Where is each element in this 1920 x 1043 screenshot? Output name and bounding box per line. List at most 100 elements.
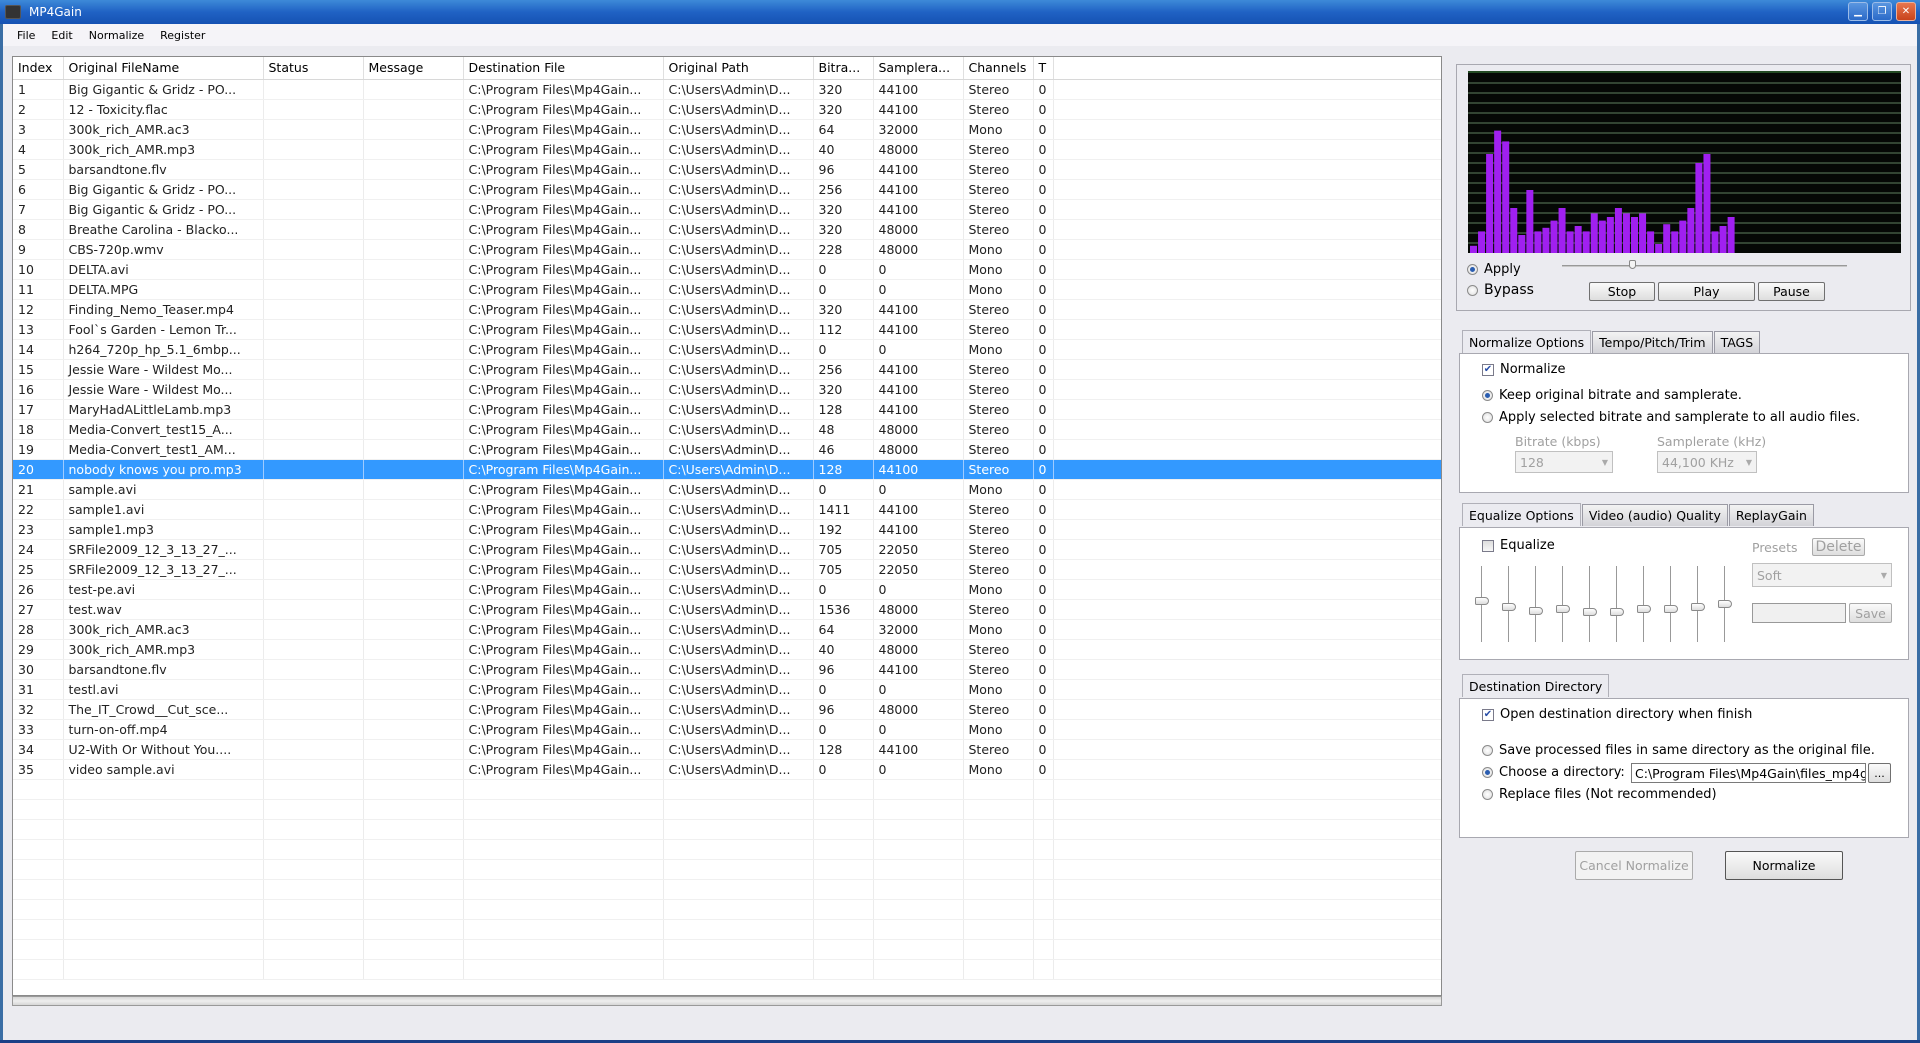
bypass-radio[interactable] <box>1467 284 1478 296</box>
table-row[interactable]: 22 sample1.avi C:\Program Files\Mp4Gain...… <box>13 499 1441 520</box>
eq-band-knob[interactable] <box>1664 605 1678 614</box>
delete-preset-button[interactable]: Delete <box>1812 538 1865 556</box>
table-row[interactable]: 24 SRFile2009_12_3_13_27_... C:\Program Fi… <box>13 539 1441 560</box>
eq-band-knob[interactable] <box>1610 608 1624 617</box>
column-header-original-filename[interactable]: Original FileName <box>63 57 264 80</box>
eq-band-knob[interactable] <box>1502 603 1516 612</box>
preset-name-input[interactable] <box>1752 603 1846 623</box>
tab-replaygain[interactable]: ReplayGain <box>1728 504 1814 526</box>
table-row[interactable]: 6 Big Gigantic & Gridz - PO... C:\Program … <box>13 179 1441 200</box>
same-directory-option[interactable]: Save processed files in same directory a… <box>1482 743 1875 758</box>
table-row[interactable]: 14 h264_720p_hp_5.1_6mbp... C:\Program Fil… <box>13 339 1441 360</box>
equalize-checkbox-option[interactable]: Equalize <box>1482 538 1555 553</box>
table-row[interactable]: 23 sample1.mp3 C:\Program Files\Mp4Gain...… <box>13 519 1441 540</box>
tab-destination-directory[interactable]: Destination Directory <box>1462 674 1610 697</box>
eq-band-knob[interactable] <box>1691 603 1705 612</box>
restore-button[interactable]: ❐ <box>1872 2 1892 21</box>
open-when-finish-checkbox[interactable]: ✔ <box>1482 708 1494 721</box>
open-when-finish-option[interactable]: ✔ Open destination directory when finish <box>1482 707 1752 722</box>
eq-band-knob[interactable] <box>1637 605 1651 614</box>
column-header-channels[interactable]: Channels <box>963 57 1034 80</box>
tab-equalize-options[interactable]: Equalize Options <box>1462 503 1581 526</box>
stop-button[interactable]: Stop <box>1589 282 1655 301</box>
table-row[interactable]: 1 Big Gigantic & Gridz - PO... C:\Program … <box>13 79 1441 100</box>
table-row[interactable]: 2 12 - Toxicity.flac C:\Program Files\Mp4G… <box>13 99 1441 120</box>
keep-original-radio[interactable] <box>1482 390 1493 401</box>
equalize-checkbox[interactable] <box>1482 539 1494 552</box>
table-row[interactable]: 18 Media-Convert_test15_A... C:\Program Fi… <box>13 419 1441 440</box>
bypass-radio-option[interactable]: Bypass <box>1467 282 1534 298</box>
table-row[interactable]: 19 Media-Convert_test1_AM... C:\Program Fi… <box>13 439 1441 460</box>
table-row[interactable]: 5 barsandtone.flv C:\Program Files\Mp4Gain… <box>13 159 1441 180</box>
table-row[interactable]: 29 300k_rich_AMR.mp3 C:\Program Files\Mp4G… <box>13 639 1441 660</box>
minimize-button[interactable]: ▁ <box>1848 2 1868 21</box>
eq-band-knob[interactable] <box>1475 596 1489 605</box>
normalize-checkbox-option[interactable]: ✔ Normalize <box>1482 362 1565 377</box>
preset-select[interactable]: Soft ▼ <box>1752 563 1892 587</box>
table-row[interactable]: 16 Jessie Ware - Wildest Mo... C:\Program … <box>13 379 1441 400</box>
table-row[interactable]: 8 Breathe Carolina - Blacko... C:\Program … <box>13 219 1441 240</box>
pause-button[interactable]: Pause <box>1758 282 1825 301</box>
table-row[interactable]: 28 300k_rich_AMR.ac3 C:\Program Files\Mp4G… <box>13 619 1441 640</box>
tab-tempo-pitch-trim[interactable]: Tempo/Pitch/Trim <box>1592 331 1713 353</box>
table-row[interactable]: 11 DELTA.MPG C:\Program Files\Mp4Gain... C:… <box>13 279 1441 300</box>
eq-band-slider[interactable] <box>1502 566 1516 646</box>
eq-band-slider[interactable] <box>1556 566 1570 646</box>
playback-position-thumb[interactable] <box>1629 260 1637 269</box>
menu-normalize[interactable]: Normalize <box>81 29 152 42</box>
eq-band-knob[interactable] <box>1556 605 1570 614</box>
save-preset-button[interactable]: Save <box>1849 603 1892 623</box>
eq-band-slider[interactable] <box>1637 566 1651 646</box>
table-row[interactable]: 33 turn-on-off.mp4 C:\Program Files\Mp4Gai… <box>13 719 1441 740</box>
menu-edit[interactable]: Edit <box>43 29 80 42</box>
samplerate-select[interactable]: 44,100 KHz ▼ <box>1657 451 1757 473</box>
table-row[interactable]: 13 Fool`s Garden - Lemon Tr... C:\Program … <box>13 319 1441 340</box>
eq-band-slider[interactable] <box>1664 566 1678 646</box>
eq-band-slider[interactable] <box>1583 566 1597 646</box>
table-row[interactable]: 32 The_IT_Crowd__Cut_sce... C:\Program Fil… <box>13 699 1441 720</box>
table-row[interactable]: 25 SRFile2009_12_3_13_27_... C:\Program Fi… <box>13 559 1441 580</box>
apply-selected-radio[interactable] <box>1482 412 1493 423</box>
tab-normalize-options[interactable]: Normalize Options <box>1462 330 1592 353</box>
column-header-destination-file[interactable]: Destination File <box>463 57 664 80</box>
menu-register[interactable]: Register <box>152 29 213 42</box>
column-header-samplerate[interactable]: Samplera... <box>873 57 964 80</box>
apply-radio-option[interactable]: Apply <box>1467 262 1521 277</box>
playback-position-slider[interactable] <box>1562 265 1847 267</box>
replace-files-option[interactable]: Replace files (Not recommended) <box>1482 787 1717 802</box>
eq-band-knob[interactable] <box>1529 606 1543 615</box>
play-button[interactable]: Play <box>1658 282 1755 301</box>
choose-directory-option[interactable]: Choose a directory: <box>1482 765 1625 780</box>
eq-band-knob[interactable] <box>1583 608 1597 617</box>
table-row[interactable]: 7 Big Gigantic & Gridz - PO... C:\Program … <box>13 199 1441 220</box>
eq-band-slider[interactable] <box>1529 566 1543 646</box>
table-row[interactable]: 26 test-pe.avi C:\Program Files\Mp4Gain...… <box>13 579 1441 600</box>
tab-video-audio-quality[interactable]: Video (audio) Quality <box>1581 504 1728 526</box>
eq-band-slider[interactable] <box>1475 566 1489 646</box>
directory-input[interactable]: C:\Program Files\Mp4Gain\files_mp4gain <box>1631 763 1866 783</box>
table-row[interactable]: 9 CBS-720p.wmv C:\Program Files\Mp4Gain...… <box>13 239 1441 260</box>
close-button[interactable]: ✕ <box>1896 2 1916 21</box>
table-row[interactable]: 15 Jessie Ware - Wildest Mo... C:\Program … <box>13 359 1441 380</box>
table-row[interactable]: 12 Finding_Nemo_Teaser.mp4 C:\Program File… <box>13 299 1441 320</box>
eq-band-slider[interactable] <box>1718 566 1732 646</box>
eq-band-knob[interactable] <box>1718 600 1732 608</box>
cancel-normalize-button[interactable]: Cancel Normalize <box>1575 851 1693 880</box>
menu-file[interactable]: File <box>9 29 43 42</box>
table-row[interactable]: 20 nobody knows you pro.mp3 C:\Program Fil… <box>13 459 1441 480</box>
column-header-message[interactable]: Message <box>363 57 464 80</box>
choose-directory-radio[interactable] <box>1482 767 1493 778</box>
tab-tags[interactable]: TAGS <box>1713 331 1761 353</box>
column-header-bitrate[interactable]: Bitra... <box>813 57 874 80</box>
apply-radio[interactable] <box>1467 264 1478 275</box>
table-row[interactable]: 21 sample.avi C:\Program Files\Mp4Gain... C… <box>13 479 1441 500</box>
column-header-t[interactable]: T <box>1033 57 1054 80</box>
table-row[interactable]: 10 DELTA.avi C:\Program Files\Mp4Gain... C:… <box>13 259 1441 280</box>
keep-original-option[interactable]: Keep original bitrate and samplerate. <box>1482 388 1742 403</box>
table-row[interactable]: 30 barsandtone.flv C:\Program Files\Mp4Gai… <box>13 659 1441 680</box>
column-header-index[interactable]: Index <box>13 57 64 80</box>
table-row[interactable]: 17 MaryHadALittleLamb.mp3 C:\Program Files… <box>13 399 1441 420</box>
replace-files-radio[interactable] <box>1482 789 1493 800</box>
eq-band-slider[interactable] <box>1691 566 1705 646</box>
file-list-table[interactable]: Index Original FileName Status Message D… <box>12 56 1442 996</box>
